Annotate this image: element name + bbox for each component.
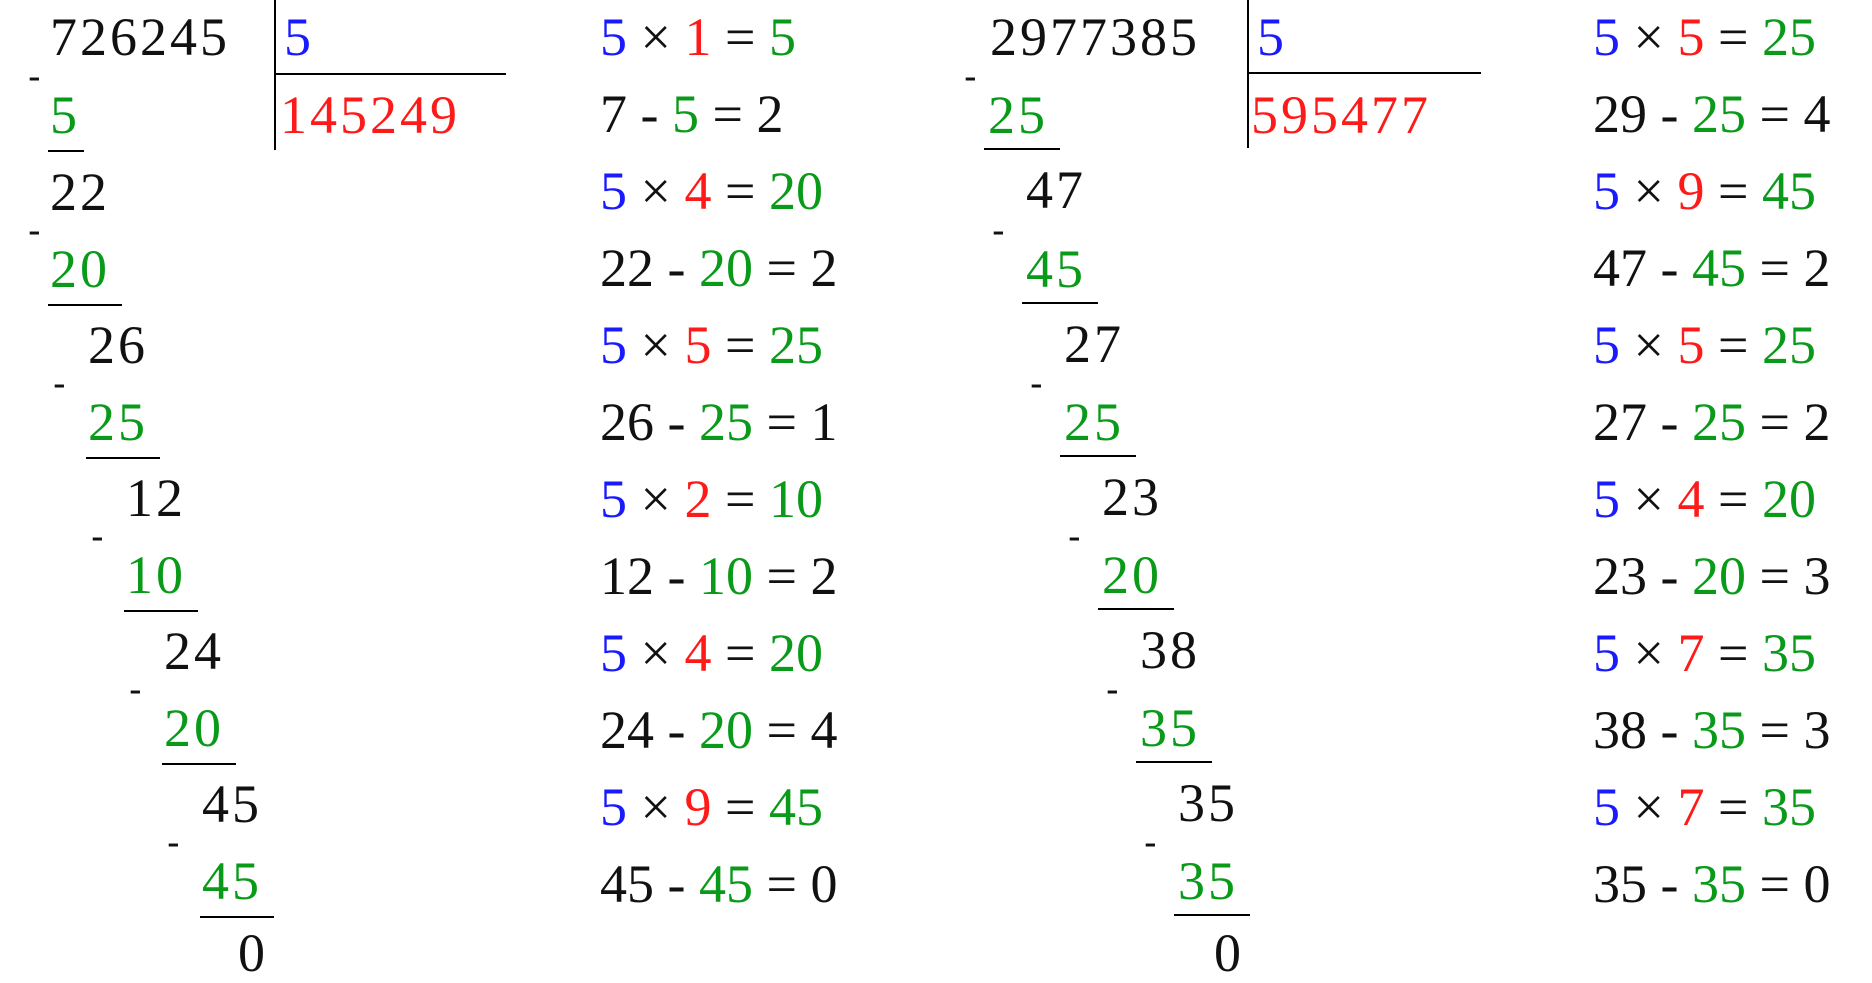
right-underline <box>1098 608 1174 610</box>
equation-row: 5 × 1 = 5 <box>600 7 796 67</box>
equation-row: 26 - 25 = 1 <box>600 392 838 452</box>
left-product: 25 <box>88 392 148 452</box>
right-remainder: 35 <box>1178 773 1238 833</box>
left-remainder: 22 <box>50 162 110 222</box>
right-product: 35 <box>1140 698 1200 758</box>
right-underline <box>1136 761 1212 763</box>
right-remainder: 47 <box>1026 160 1086 220</box>
right-minus-sign: - <box>1030 363 1043 405</box>
right-minus-sign: - <box>1144 822 1157 864</box>
left-remainder: 24 <box>164 621 224 681</box>
right-quotient-line <box>1247 72 1481 74</box>
left-minus-sign: - <box>28 56 41 98</box>
equation-row: 35 - 35 = 0 <box>1593 854 1831 914</box>
equation-row: 5 × 7 = 35 <box>1593 777 1816 837</box>
left-underline <box>48 304 122 306</box>
right-remainder: 38 <box>1140 620 1200 680</box>
left-minus-sign: - <box>53 363 66 405</box>
left-final-remainder: 0 <box>238 923 265 983</box>
right-minus-sign: - <box>964 56 977 98</box>
right-product: 20 <box>1102 545 1162 605</box>
right-underline <box>984 148 1060 150</box>
right-underline <box>1022 302 1098 304</box>
left-product: 45 <box>202 851 262 911</box>
right-dividend: 2977385 <box>990 7 1200 67</box>
left-quotient: 145249 <box>280 85 460 145</box>
right-minus-sign: - <box>992 210 1005 252</box>
equation-row: 29 - 25 = 4 <box>1593 84 1831 144</box>
left-remainder: 26 <box>88 315 148 375</box>
right-remainder: 23 <box>1102 467 1162 527</box>
left-dividend: 726245 <box>50 7 230 67</box>
left-underline <box>86 457 160 459</box>
equation-row: 5 × 4 = 20 <box>600 161 823 221</box>
left-underline <box>200 916 274 918</box>
left-product: 20 <box>164 698 224 758</box>
equation-row: 5 × 4 = 20 <box>1593 469 1816 529</box>
equation-row: 5 × 5 = 25 <box>1593 315 1816 375</box>
left-underline <box>162 763 236 765</box>
left-divisor: 5 <box>284 7 311 67</box>
equation-row: 5 × 5 = 25 <box>600 315 823 375</box>
equation-row: 5 × 9 = 45 <box>600 777 823 837</box>
left-minus-sign: - <box>129 669 142 711</box>
left-remainder: 45 <box>202 774 262 834</box>
left-quotient-line <box>274 73 506 75</box>
left-minus-sign: - <box>28 210 41 252</box>
equation-row: 5 × 9 = 45 <box>1593 161 1816 221</box>
left-minus-sign: - <box>167 822 180 864</box>
right-final-remainder: 0 <box>1214 923 1241 983</box>
left-minus-sign: - <box>91 516 104 558</box>
right-product: 25 <box>988 85 1048 145</box>
left-product: 5 <box>50 85 77 145</box>
left-product: 20 <box>50 239 110 299</box>
left-underline <box>48 150 84 152</box>
equation-row: 7 - 5 = 2 <box>600 84 784 144</box>
right-quotient: 595477 <box>1251 85 1431 145</box>
equation-row: 22 - 20 = 2 <box>600 238 838 298</box>
equation-row: 5 × 4 = 20 <box>600 623 823 683</box>
right-underline <box>1174 914 1250 916</box>
equation-row: 5 × 2 = 10 <box>600 469 823 529</box>
right-product: 25 <box>1064 392 1124 452</box>
equation-row: 24 - 20 = 4 <box>600 700 838 760</box>
equation-row: 5 × 7 = 35 <box>1593 623 1816 683</box>
equation-row: 23 - 20 = 3 <box>1593 546 1831 606</box>
right-division-bar <box>1247 0 1249 148</box>
left-remainder: 12 <box>126 468 186 528</box>
right-product: 45 <box>1026 239 1086 299</box>
left-product: 10 <box>126 545 186 605</box>
right-minus-sign: - <box>1068 516 1081 558</box>
right-remainder: 27 <box>1064 314 1124 374</box>
left-division-bar <box>274 0 276 150</box>
equation-row: 12 - 10 = 2 <box>600 546 838 606</box>
right-divisor: 5 <box>1257 7 1284 67</box>
left-underline <box>124 610 198 612</box>
equation-row: 5 × 5 = 25 <box>1593 7 1816 67</box>
equation-row: 45 - 45 = 0 <box>600 854 838 914</box>
right-underline <box>1060 455 1136 457</box>
equation-row: 27 - 25 = 2 <box>1593 392 1831 452</box>
equation-row: 38 - 35 = 3 <box>1593 700 1831 760</box>
equation-row: 47 - 45 = 2 <box>1593 238 1831 298</box>
right-product: 35 <box>1178 851 1238 911</box>
right-minus-sign: - <box>1106 669 1119 711</box>
